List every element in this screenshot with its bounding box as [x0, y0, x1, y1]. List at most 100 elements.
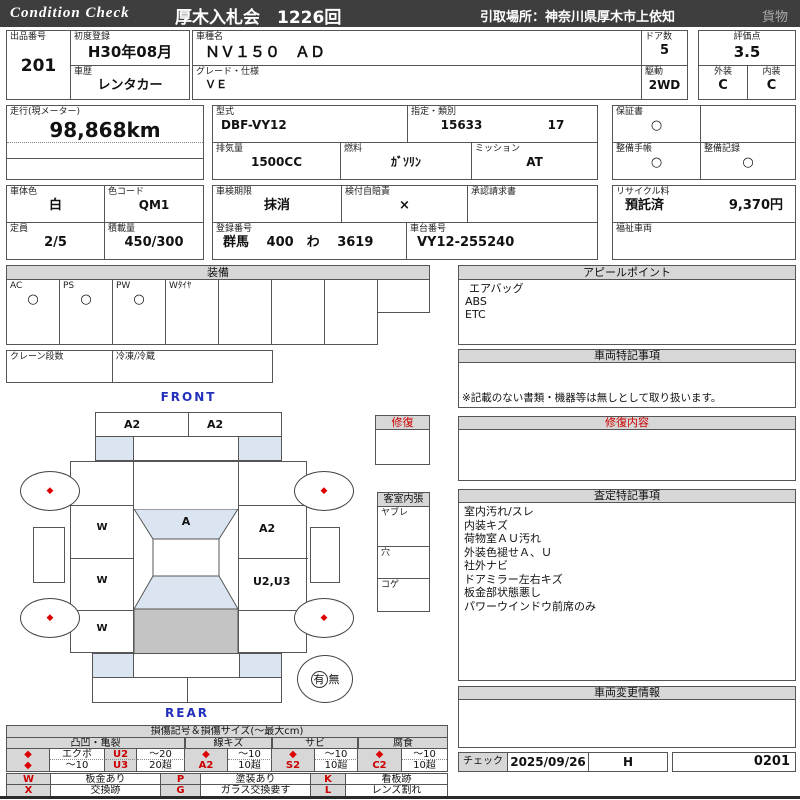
auction-condition-sheet: Condition Check 厚木入札会 1226回 引取場所：神奈川県厚木市…: [0, 0, 800, 800]
legend-diamond: ◆: [185, 749, 228, 760]
equipment-cell-empty: [113, 311, 166, 344]
assessment-line: ドアミラー左右キズ: [464, 572, 563, 586]
body-color-cell: 車体色 白: [7, 186, 105, 222]
left-panel-column: W W W: [71, 462, 134, 652]
damage-diamond: ◆: [320, 612, 328, 623]
legend-code: C2: [358, 760, 402, 771]
score-value: 3.5: [733, 43, 761, 61]
legend-group-rust: サビ: [272, 738, 358, 749]
equipment-cell-ps: PS ○: [60, 280, 113, 312]
car-center-shapes: [134, 509, 238, 654]
welfare-vehicle-cell: 福祉車両: [613, 223, 795, 259]
maintenance-book-value: ○: [650, 155, 663, 170]
change-info-box: 車両変更情報: [458, 686, 796, 748]
fuel-cell: 燃料 ｶﾞｿﾘﾝ: [341, 143, 472, 179]
appeal-points-title: アピールポイント: [459, 266, 795, 280]
mileage-box: 走行(現メーター) 98,868km: [6, 105, 204, 180]
fridge-label: 冷凍/冷蔵: [116, 352, 156, 362]
rear-bumper-left: [93, 678, 188, 702]
grade-value: ＶＥ: [205, 78, 227, 91]
check-row: チェック 2025/09/26 H: [458, 752, 668, 772]
chassis-number-cell: 車台番号 VY12-255240: [407, 223, 597, 259]
legend-size: 20超: [137, 760, 185, 771]
transmission-value: AT: [526, 155, 543, 169]
appeal-points-box: アピールポイント エアバッグ ABS ETC: [458, 265, 796, 345]
legend-letter: X: [7, 785, 51, 796]
fridge-cell: 冷凍/冷蔵: [113, 351, 272, 382]
assessment-notes-box: 査定特記事項 室内汚れ/スレ 内装キズ 荷物室ＡＵ汚れ 外装色褪せＡ、Ｕ 社外ナ…: [458, 489, 796, 681]
appeal-line: ABS: [465, 295, 487, 308]
capacity-value: 2/5: [44, 235, 67, 250]
recycle-status: 預託済: [625, 198, 665, 213]
warranty-value: ○: [650, 118, 663, 133]
windshield-mark: A: [181, 515, 191, 528]
auction-title: 厚木入札会 1226回: [175, 8, 342, 27]
model-code-cell: 型式 DBF-VY12: [213, 106, 408, 142]
damage-legend-groups: 凸凹・亀裂 線キズ サビ 腐食: [7, 738, 447, 749]
appeal-line: エアバッグ: [469, 282, 524, 295]
class-number-2: 17: [547, 118, 565, 132]
grade-cell: グレード・仕様 ＶＥ: [193, 66, 642, 99]
repair-detail-box: 修復内容: [458, 416, 796, 481]
vehicle-notes-title: 車両特記事項: [459, 350, 795, 363]
cowl-right-shaded: [239, 437, 281, 460]
cowl-center: [134, 437, 239, 460]
interior-grade-cell: 内装 C: [748, 66, 795, 99]
legend-code: U2: [105, 749, 137, 760]
right-front-door-mark: A2: [239, 506, 308, 559]
assessment-line: 外装色褪せＡ、Ｕ: [464, 545, 552, 559]
check-label: チェック: [459, 753, 508, 771]
cargo-area-shape: [134, 608, 238, 654]
exterior-grade-value: C: [718, 78, 728, 93]
cowl-strip: [95, 437, 282, 461]
wheel-front-right: ◆: [294, 471, 354, 511]
change-info-title: 車両変更情報: [459, 687, 795, 700]
cabin-row-label: ヤブレ: [381, 508, 409, 518]
capacity-cell: 定員 2/5: [7, 223, 105, 259]
rear-center: [134, 654, 240, 677]
legend-group-corrosion: 腐食: [358, 738, 447, 749]
model-box: 車種名 ＮＶ１５０ ＡＤ ドア数 5 グレード・仕様 ＶＥ 駆動 2WD: [192, 30, 688, 100]
drive-cell: 駆動 2WD: [642, 66, 687, 99]
mileage-value: 98,868km: [49, 118, 161, 142]
legend-letter: W: [7, 774, 51, 784]
cabin-row-burn: コゲ: [378, 579, 429, 611]
maintenance-record-cell: 整備記録 ○: [701, 143, 795, 179]
rear-left-shaded: [93, 654, 134, 677]
letter-codes-table: W 板金あり P 塗装あり K 看板跡 X 交換跡 G ガラス交換要す L レン…: [6, 773, 448, 797]
legend-size: 〜10: [315, 749, 358, 760]
equipment-cell-empty: [166, 311, 219, 344]
equipment-cell-empty: [219, 311, 272, 344]
damage-legend-row-b: ◆ 〜10 U3 20超 A2 10超 S2 10超 C2 10超: [7, 760, 447, 771]
damage-legend-title: 損傷記号＆損傷サイズ(〜最大cm): [7, 726, 447, 738]
legend-diamond: ◆: [7, 760, 50, 771]
equipment-cell-wtire: Wﾀｲﾔ: [166, 280, 219, 312]
equipment-cell-empty: [272, 311, 325, 344]
legend-size: 〜10: [402, 749, 447, 760]
legend-group-scratch: 線キズ: [185, 738, 272, 749]
rear-label: REAR: [165, 706, 209, 720]
right-side-step: [310, 527, 340, 583]
legend-letter: L: [311, 785, 346, 796]
repair-flag-box: 修復: [375, 415, 430, 465]
lot-number-cell: 出品番号 201: [7, 31, 71, 99]
legend-code: S2: [272, 760, 315, 771]
legend-size: 〜10: [50, 760, 105, 771]
grade-label: グレード・仕様: [196, 67, 260, 77]
lot-number-label: 出品番号: [10, 32, 47, 42]
body-color-value: 白: [48, 198, 62, 213]
model-name-value: ＮＶ１５０ ＡＤ: [205, 43, 326, 61]
legend-size: 〜20: [137, 749, 185, 760]
rear-bumper-right: [188, 678, 281, 702]
maintenance-book-cell: 整備手帳 ○: [613, 143, 701, 179]
inspection-cell: 車検期限 抹消: [213, 186, 342, 222]
exterior-grade-cell: 外装 C: [699, 66, 748, 99]
insurance-value: ×: [399, 198, 410, 213]
fuel-value: ｶﾞｿﾘﾝ: [390, 155, 421, 169]
rear-corner-strip: [92, 653, 282, 678]
warranty-cell: 保証書 ○: [613, 106, 701, 142]
left-front-door-mark: W: [71, 506, 133, 559]
registration-number-cell: 登録番号 群馬 400 わ 3619: [213, 223, 407, 259]
load-cell: 積載量 450/300: [105, 223, 203, 259]
class-cell: 指定・類別 15633 17: [408, 106, 597, 142]
